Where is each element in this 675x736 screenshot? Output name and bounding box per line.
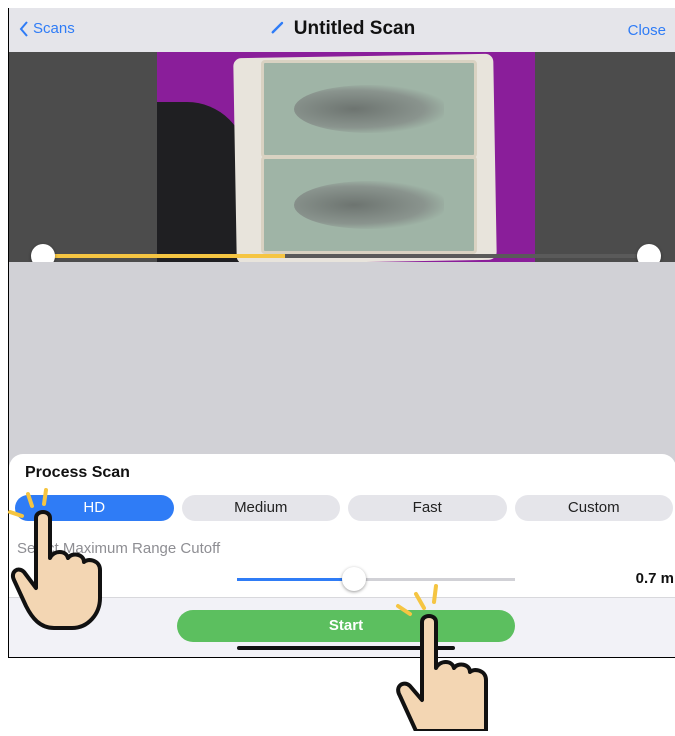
pointing-hand-icon-right	[386, 584, 490, 733]
trim-start-handle[interactable]	[31, 244, 55, 262]
navigation-bar: Scans Untitled Scan Close	[9, 8, 675, 52]
range-slider-thumb[interactable]	[341, 567, 366, 591]
sheet-title: Process Scan	[25, 464, 130, 481]
pointing-hand-icon	[6, 488, 110, 638]
scan-image-tray-top	[261, 60, 477, 158]
trim-end-handle[interactable]	[637, 244, 661, 262]
range-value: 0.7 m	[635, 570, 674, 587]
scan-preview	[9, 52, 675, 262]
scan-image	[157, 52, 535, 262]
pointing-hand-icon-left	[8, 488, 102, 630]
quality-segmented-control: HD Medium Fast Custom	[15, 492, 673, 524]
pointing-hand-icon-right-svg	[396, 584, 488, 733]
playback-progress-fill	[43, 254, 286, 258]
range-slider-fill	[237, 578, 354, 581]
footprint-top	[294, 85, 444, 133]
footprint-bottom	[294, 181, 444, 229]
scan-title-text: Untitled Scan	[293, 18, 416, 39]
scan-image-tray-bottom	[261, 156, 477, 254]
scan-title[interactable]: Untitled Scan	[9, 18, 675, 40]
pencil-icon	[271, 21, 283, 34]
segment-custom[interactable]: Custom	[514, 495, 673, 521]
segment-medium[interactable]: Medium	[181, 495, 340, 521]
close-button[interactable]: Close	[628, 22, 666, 39]
segment-fast[interactable]: Fast	[348, 495, 507, 521]
